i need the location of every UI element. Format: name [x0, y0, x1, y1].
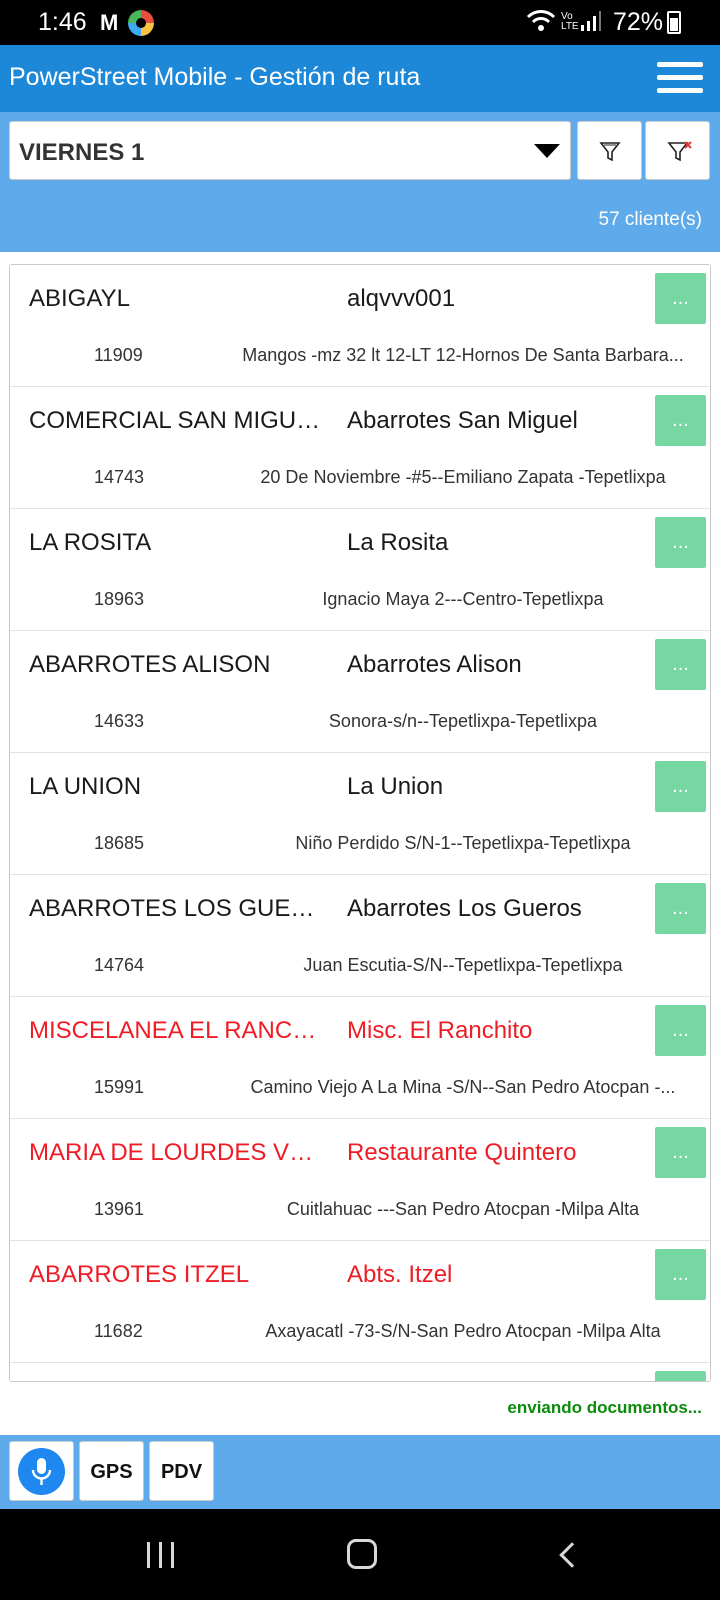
client-code: 14633	[94, 711, 145, 731]
list-item[interactable]: COMERCIAL SAN MIGUEL Abarrotes San Migue…	[10, 387, 710, 509]
client-options-button[interactable]: ...	[655, 1249, 706, 1300]
list-item-partial[interactable]	[10, 1363, 710, 1381]
list-item[interactable]: LA ROSITA La Rosita 18963 Ignacio Maya 2…	[10, 509, 710, 631]
client-address: Ignacio Maya 2---Centro-Tepetlixpa	[322, 589, 604, 609]
wifi-icon	[526, 8, 556, 40]
filter-icon	[599, 142, 621, 162]
client-name: LA ROSITA	[29, 529, 152, 556]
status-time: 1:46	[38, 8, 87, 36]
signal-icon	[580, 10, 602, 32]
pdv-button[interactable]: PDV	[149, 1441, 214, 1501]
client-name: LA UNION	[29, 773, 142, 800]
voice-button[interactable]	[9, 1441, 74, 1501]
client-address: Niño Perdido S/N-1--Tepetlixpa-Tepetlixp…	[295, 833, 631, 853]
filter-panel: VIERNES 1 57 cliente(s)	[0, 112, 720, 252]
client-address: Juan Escutia-S/N--Tepetlixpa-Tepetlixpa	[303, 955, 623, 975]
client-list[interactable]: ABIGAYL alqvvv001 11909 Mangos -mz 32 lt…	[9, 264, 711, 1382]
client-address: Sonora-s/n--Tepetlixpa-Tepetlixpa	[328, 711, 598, 731]
battery-icon	[667, 11, 681, 34]
client-count: 57 cliente(s)	[598, 209, 703, 230]
client-code: 14743	[94, 467, 145, 487]
client-address: Axayacatl -73-S/N-San Pedro Atocpan -Mil…	[265, 1321, 661, 1341]
list-item[interactable]: LA UNION La Union 18685 Niño Perdido S/N…	[10, 753, 710, 875]
client-business-name: Abarrotes San Miguel	[347, 407, 578, 434]
client-options-button[interactable]: ...	[655, 273, 706, 324]
gps-button[interactable]: GPS	[79, 1441, 144, 1501]
client-business-name: alqvvv001	[347, 285, 456, 312]
client-name: ABARROTES ALISON	[29, 651, 271, 678]
client-code: 11682	[94, 1321, 143, 1341]
status-bar: 1:46 M Vo LTE 72%	[0, 0, 720, 45]
list-item[interactable]: ABARROTES LOS GUEROS Abarrotes Los Guero…	[10, 875, 710, 997]
filter-button[interactable]	[577, 121, 642, 180]
filter-clear-icon	[667, 141, 692, 162]
client-code: 18963	[94, 589, 145, 609]
client-name: MISCELANEA EL RANCHITO	[29, 1017, 321, 1044]
dropdown-caret-icon	[534, 144, 560, 158]
client-options-button[interactable]	[655, 1371, 706, 1381]
app-icon	[128, 10, 154, 36]
client-business-name: La Rosita	[347, 529, 449, 556]
system-navigation-bar	[0, 1509, 720, 1600]
battery-level: 72%	[613, 8, 664, 36]
client-business-name: La Union	[347, 773, 444, 800]
recent-apps-icon[interactable]	[147, 1542, 177, 1568]
gmail-icon: M	[100, 10, 119, 35]
list-item[interactable]: ABIGAYL alqvvv001 11909 Mangos -mz 32 lt…	[10, 265, 710, 387]
client-options-button[interactable]: ...	[655, 1005, 706, 1056]
clear-filter-button[interactable]	[645, 121, 710, 180]
client-business-name: Abarrotes Alison	[347, 651, 522, 678]
client-address: 20 De Noviembre -#5--Emiliano Zapata -Te…	[260, 467, 666, 487]
bottom-toolbar: GPS PDV	[0, 1435, 720, 1509]
client-name: ABIGAYL	[29, 285, 130, 312]
client-options-button[interactable]: ...	[655, 639, 706, 690]
client-code: 15991	[94, 1077, 145, 1097]
client-options-button[interactable]: ...	[655, 761, 706, 812]
client-name: ABARROTES ITZEL	[29, 1261, 250, 1288]
client-code: 14764	[94, 955, 145, 975]
client-name: ABARROTES LOS GUEROS	[29, 895, 321, 922]
client-options-button[interactable]: ...	[655, 395, 706, 446]
client-name: MARIA DE LOURDES VEGA	[29, 1139, 321, 1166]
client-business-name: Restaurante Quintero	[347, 1139, 577, 1166]
client-code: 18685	[94, 833, 145, 853]
client-address: Mangos -mz 32 lt 12-LT 12-Hornos De Sant…	[242, 345, 684, 365]
client-options-button[interactable]: ...	[655, 517, 706, 568]
list-item[interactable]: ABARROTES ALISON Abarrotes Alison 14633 …	[10, 631, 710, 753]
client-name: COMERCIAL SAN MIGUEL	[29, 407, 321, 434]
sync-status: enviando documentos...	[507, 1398, 702, 1417]
microphone-icon	[18, 1448, 65, 1495]
page-title: PowerStreet Mobile - Gestión de ruta	[9, 63, 421, 91]
client-business-name: Abts. Itzel	[347, 1261, 453, 1288]
client-business-name: Misc. El Ranchito	[347, 1017, 533, 1044]
back-icon[interactable]	[559, 1542, 585, 1568]
home-icon[interactable]	[347, 1539, 377, 1569]
client-code: 13961	[94, 1199, 145, 1219]
list-item[interactable]: MARIA DE LOURDES VEGA Restaurante Quinte…	[10, 1119, 710, 1241]
route-day-select[interactable]: VIERNES 1	[9, 121, 571, 180]
client-business-name: Abarrotes Los Gueros	[347, 895, 582, 922]
client-options-button[interactable]: ...	[655, 883, 706, 934]
client-address: Camino Viejo A La Mina -S/N--San Pedro A…	[250, 1077, 676, 1097]
client-options-button[interactable]: ...	[655, 1127, 706, 1178]
app-header: PowerStreet Mobile - Gestión de ruta	[0, 45, 720, 112]
client-address: Cuitlahuac ---San Pedro Atocpan -Milpa A…	[286, 1199, 640, 1219]
hamburger-menu-icon[interactable]	[655, 58, 705, 98]
list-item[interactable]: ABARROTES ITZEL Abts. Itzel 11682 Axayac…	[10, 1241, 710, 1363]
volte-icon: Vo LTE	[561, 11, 579, 32]
list-item[interactable]: MISCELANEA EL RANCHITO Misc. El Ranchito…	[10, 997, 710, 1119]
client-code: 11909	[94, 345, 143, 365]
route-day-value: VIERNES 1	[19, 139, 145, 166]
